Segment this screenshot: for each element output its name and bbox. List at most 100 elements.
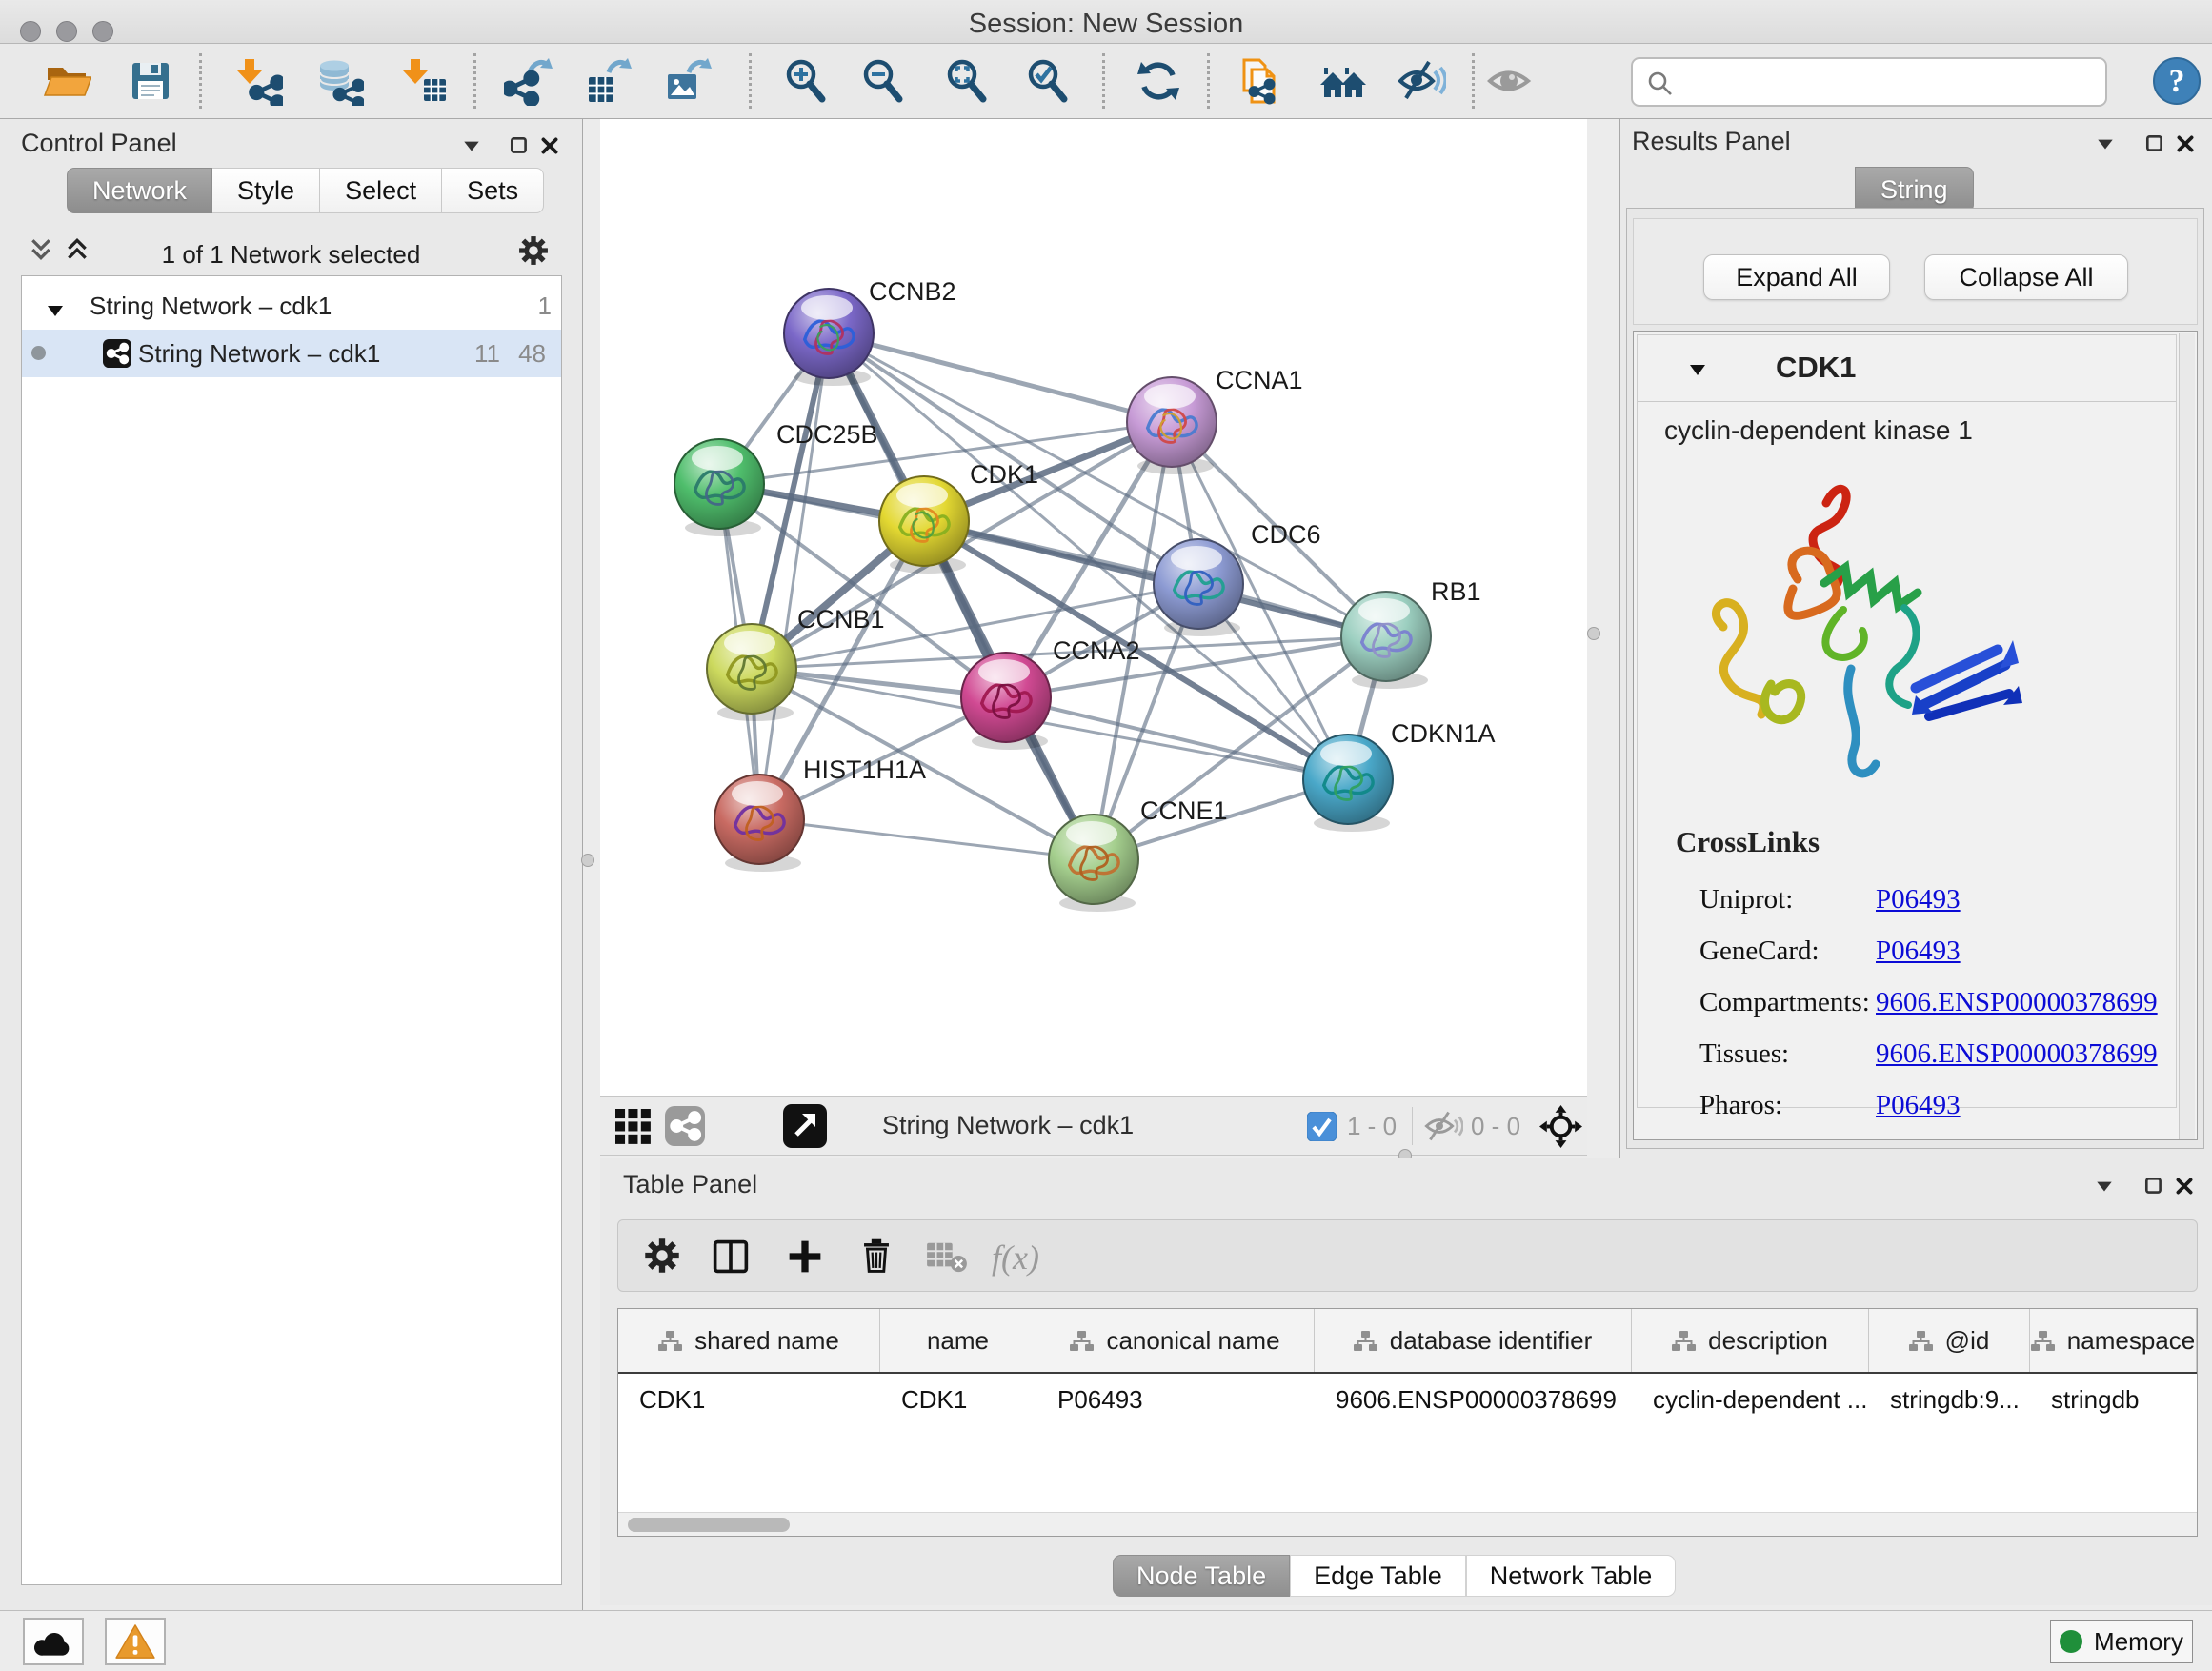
column-header-database-identifier[interactable]: database identifier <box>1315 1309 1632 1372</box>
network-node-CCNA1[interactable] <box>1127 377 1217 474</box>
collapse-icon[interactable] <box>1688 360 1711 379</box>
hidden-count-label: 0 - 0 <box>1471 1112 1520 1141</box>
close-panel-icon[interactable] <box>539 135 560 156</box>
column-header-canonical-name[interactable]: canonical name <box>1036 1309 1315 1372</box>
add-column-icon[interactable] <box>786 1238 824 1276</box>
column-header-name[interactable]: name <box>880 1309 1036 1372</box>
results-scrollbar[interactable] <box>2179 333 2195 1139</box>
float-panel-icon[interactable] <box>2144 133 2165 154</box>
network-edge[interactable] <box>1006 697 1348 779</box>
selected-checkbox[interactable] <box>1307 1112 1337 1141</box>
network-node-CDK1[interactable] <box>879 476 969 574</box>
table-cell[interactable]: stringdb <box>2030 1374 2197 1425</box>
network-collection-row[interactable]: String Network – cdk1 1 <box>22 286 561 326</box>
save-session-button[interactable] <box>126 56 175 106</box>
zoom-selected-button[interactable] <box>1023 56 1073 106</box>
import-network-from-file-button[interactable] <box>233 56 283 106</box>
float-panel-icon[interactable] <box>2143 1176 2164 1197</box>
protein-section-header[interactable]: CDK1 <box>1638 335 2176 402</box>
toggle-string-labels-button[interactable] <box>1397 56 1446 106</box>
tab-string[interactable]: String <box>1855 167 1974 212</box>
tab-sets[interactable]: Sets <box>442 168 544 213</box>
show-all-disabled-button[interactable] <box>1486 56 1536 106</box>
apply-preferred-layout-button[interactable] <box>1134 56 1183 106</box>
network-node-CDKN1A[interactable] <box>1303 735 1393 832</box>
hscroll-thumb[interactable] <box>628 1518 790 1532</box>
cloud-button[interactable] <box>23 1618 84 1665</box>
table-options-icon[interactable] <box>644 1238 682 1276</box>
zoom-in-button[interactable] <box>781 56 831 106</box>
zoom-fit-content-button[interactable] <box>942 56 992 106</box>
network-view-canvas[interactable]: CCNB2CCNA1CDC25BCDK1CDC6RB1CCNB1CCNA2CDK… <box>600 119 1587 1096</box>
table-cell[interactable]: 9606.ENSP00000378699 <box>1315 1374 1632 1425</box>
import-table-from-file-button[interactable] <box>399 56 449 106</box>
column-header-description[interactable]: description <box>1632 1309 1869 1372</box>
search-input[interactable] <box>1684 61 2094 103</box>
tab-style[interactable]: Style <box>212 168 320 213</box>
crosslink-link[interactable]: 9606.ENSP00000378699 <box>1876 987 2158 1018</box>
network-node-CCNE1[interactable] <box>1049 815 1138 912</box>
clone-network-button[interactable] <box>1235 56 1284 106</box>
export-network-button[interactable] <box>504 56 553 106</box>
collapse-icon[interactable] <box>46 297 63 314</box>
birdseye-toggle-icon[interactable] <box>783 1104 827 1148</box>
export-image-button[interactable] <box>663 56 713 106</box>
network-overview-icon[interactable] <box>665 1106 705 1146</box>
grid-view-icon[interactable] <box>615 1109 652 1145</box>
table-row[interactable]: CDK1CDK1P064939606.ENSP00000378699cyclin… <box>618 1374 2197 1425</box>
network-edge[interactable] <box>759 819 1094 859</box>
panel-menu-icon[interactable] <box>2094 1176 2115 1197</box>
column-header-shared-name[interactable]: shared name <box>618 1309 880 1372</box>
zoom-out-button[interactable] <box>858 56 908 106</box>
table-cell[interactable]: CDK1 <box>880 1374 1036 1425</box>
warnings-button[interactable] <box>105 1618 166 1665</box>
crosslink-link[interactable]: P06493 <box>1876 1090 1961 1121</box>
right-splitter-handle[interactable] <box>1587 627 1600 640</box>
table-hscrollbar[interactable] <box>618 1512 2197 1536</box>
tab-node-table[interactable]: Node Table <box>1113 1555 1290 1597</box>
table-cell[interactable]: CDK1 <box>618 1374 880 1425</box>
left-splitter-handle[interactable] <box>581 854 594 867</box>
collapse-all-button[interactable]: Collapse All <box>1924 254 2128 300</box>
table-cell[interactable]: stringdb:9... <box>1869 1374 2030 1425</box>
tab-select[interactable]: Select <box>320 168 442 213</box>
import-network-from-database-button[interactable] <box>314 56 364 106</box>
crosslink-link[interactable]: 9606.ENSP00000378699 <box>1876 1038 2158 1070</box>
table-cell[interactable]: cyclin-dependent ... <box>1632 1374 1869 1425</box>
show-columns-icon[interactable] <box>712 1238 750 1276</box>
column-header-namespace[interactable]: namespace <box>2030 1309 2197 1372</box>
network-node-HIST1H1A[interactable] <box>714 775 804 872</box>
network-node-CCNA2[interactable] <box>961 653 1051 750</box>
tab-network[interactable]: Network <box>67 168 212 213</box>
float-panel-icon[interactable] <box>509 135 530 156</box>
network-row-selected[interactable]: String Network – cdk1 11 48 <box>22 330 561 377</box>
memory-button[interactable]: Memory <box>2050 1620 2193 1663</box>
gear-icon[interactable] <box>518 235 549 266</box>
crosslink-link[interactable]: P06493 <box>1876 936 1961 967</box>
open-session-button[interactable] <box>42 56 91 106</box>
network-node-CCNB1[interactable] <box>707 624 796 721</box>
delete-column-icon[interactable] <box>858 1238 896 1276</box>
panel-menu-icon[interactable] <box>461 135 482 156</box>
network-node-CDC25B[interactable] <box>674 439 764 536</box>
export-table-button[interactable] <box>583 56 633 106</box>
expand-all-button[interactable]: Expand All <box>1703 254 1890 300</box>
network-node-RB1[interactable] <box>1341 592 1431 689</box>
table-cell[interactable]: P06493 <box>1036 1374 1315 1425</box>
network-edge[interactable] <box>759 333 829 819</box>
network-node-CCNB2[interactable] <box>784 289 874 386</box>
tab-edge-table[interactable]: Edge Table <box>1290 1555 1466 1597</box>
tab-network-table[interactable]: Network Table <box>1466 1555 1677 1597</box>
fit-selected-icon[interactable] <box>1539 1105 1582 1148</box>
help-button[interactable]: ? <box>2151 55 2202 107</box>
close-panel-icon[interactable] <box>2174 1176 2195 1197</box>
crosslink-link[interactable]: P06493 <box>1876 884 1961 916</box>
network-node-CDC6[interactable] <box>1154 539 1243 636</box>
string-query-button[interactable] <box>1318 56 1368 106</box>
panel-menu-icon[interactable] <box>2095 133 2116 154</box>
edge-count: 48 <box>506 339 546 369</box>
close-panel-icon[interactable] <box>2175 133 2196 154</box>
hidden-eye-icon[interactable] <box>1423 1111 1463 1141</box>
column-header-@id[interactable]: @id <box>1869 1309 2030 1372</box>
search-box[interactable] <box>1631 57 2107 107</box>
